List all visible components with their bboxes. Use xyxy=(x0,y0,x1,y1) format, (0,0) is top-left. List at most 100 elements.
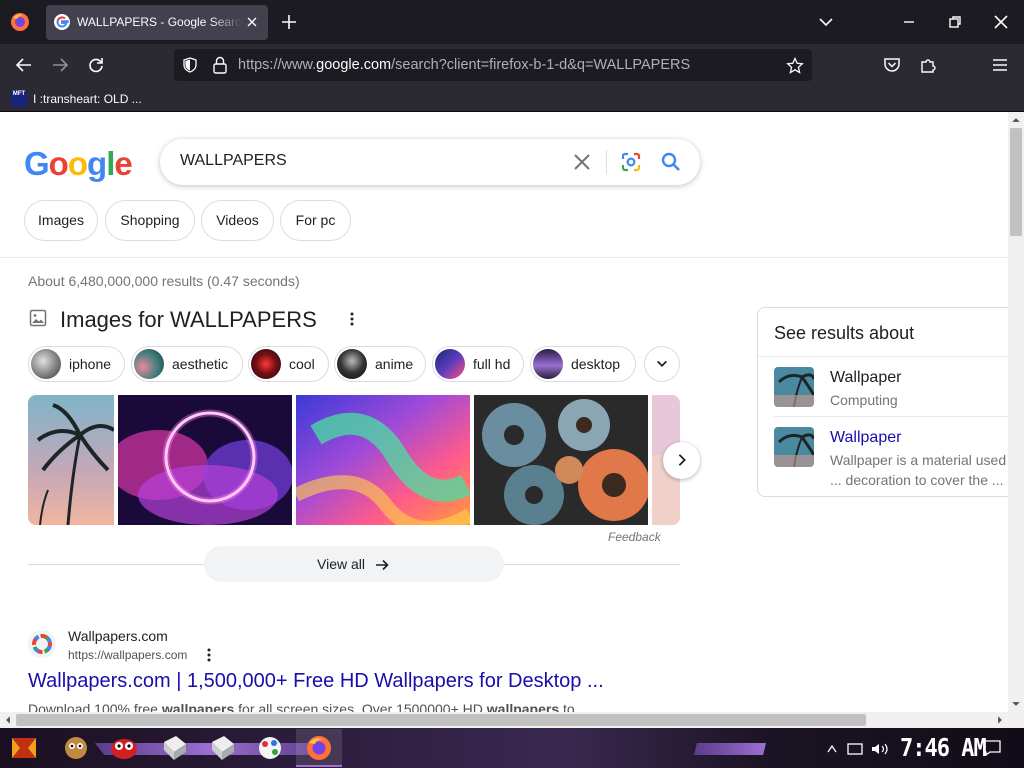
panel-item-description: Wallpaper is a material used ... decorat… xyxy=(830,452,1007,488)
taskbar-firefox-icon[interactable] xyxy=(303,732,335,764)
result-title-link[interactable]: Wallpapers.com | 1,500,000+ Free HD Wall… xyxy=(28,670,604,693)
filter-chip-iphone[interactable]: iphone xyxy=(28,346,125,382)
panel-item-thumbnail xyxy=(774,427,814,467)
firefox-icon[interactable] xyxy=(8,10,32,34)
filter-chip-full-hd[interactable]: full hd xyxy=(432,346,524,382)
extensions-puzzle-icon[interactable] xyxy=(918,55,938,75)
view-all-button[interactable]: View all xyxy=(204,546,504,582)
volume-icon xyxy=(872,744,879,754)
more-filters-button[interactable] xyxy=(644,346,680,382)
bookmarks-toolbar: MFT I :transheart: OLD ... xyxy=(0,86,1024,112)
more-options-kebab-icon[interactable] xyxy=(344,311,360,327)
minimize-window-icon[interactable] xyxy=(899,12,919,32)
feedback-link[interactable]: Feedback xyxy=(608,530,661,544)
vertical-scrollbar-thumb[interactable] xyxy=(1010,128,1022,236)
result-snippet: Download 100% free wallpapers for all sc… xyxy=(28,701,591,712)
panel-item-category: Computing xyxy=(830,392,898,408)
google-search-results-page: Google WALLPAPERS Images Shopping Videos… xyxy=(0,112,1008,712)
padlock-icon[interactable] xyxy=(212,56,228,74)
forward-arrow-icon[interactable] xyxy=(50,55,70,75)
browser-tab-active[interactable]: WALLPAPERS - Google Search xyxy=(46,5,268,40)
search-magnifier-icon[interactable] xyxy=(660,151,682,173)
back-arrow-icon[interactable] xyxy=(14,55,34,75)
image-result-palm-sunset[interactable] xyxy=(28,395,114,525)
taskbar-app-creature-icon[interactable] xyxy=(60,732,92,764)
chip-for-pc[interactable]: For pc xyxy=(280,200,351,241)
scroll-down-arrow-icon[interactable] xyxy=(1011,699,1021,709)
scroll-up-arrow-icon[interactable] xyxy=(1011,115,1021,125)
filter-thumbnail xyxy=(435,349,465,379)
panel-item-wallpaper-material[interactable]: Wallpaper Wallpaper is a material used .… xyxy=(758,418,1008,488)
image-carousel-next-button[interactable] xyxy=(663,442,700,479)
panel-divider xyxy=(774,416,1008,417)
scrollbar-corner xyxy=(1008,712,1024,728)
taskbar-app-dice-icon-2[interactable] xyxy=(206,732,238,764)
chip-shopping[interactable]: Shopping xyxy=(105,200,195,241)
system-tray-icons[interactable] xyxy=(826,740,896,758)
result-url[interactable]: https://wallpapers.com xyxy=(68,648,187,662)
image-result-abstract-swirl[interactable] xyxy=(296,395,470,525)
start-button-icon[interactable] xyxy=(8,732,40,764)
filter-chip-desktop[interactable]: desktop xyxy=(530,346,636,382)
bookmark-star-icon[interactable] xyxy=(786,57,804,75)
google-logo[interactable]: Google xyxy=(24,145,133,183)
result-stats: About 6,480,000,000 results (0.47 second… xyxy=(28,273,300,289)
restore-window-icon[interactable] xyxy=(945,12,965,32)
filter-thumbnail xyxy=(134,349,164,379)
site-favicon-icon[interactable] xyxy=(28,630,56,658)
panel-item-name: Wallpaper xyxy=(830,369,902,386)
images-section-title: Images for WALLPAPERS xyxy=(60,307,317,332)
panel-item-name: Wallpaper xyxy=(830,429,902,446)
chip-videos[interactable]: Videos xyxy=(201,200,274,241)
browser-navigation-bar: https://www.google.com/search?client=fir… xyxy=(0,44,1024,86)
horizontal-scrollbar-thumb[interactable] xyxy=(16,714,866,726)
flowers-image xyxy=(474,395,648,525)
filter-chip-aesthetic[interactable]: aesthetic xyxy=(131,346,243,382)
chevron-down-icon xyxy=(657,360,667,367)
neon-circle-image xyxy=(118,395,292,525)
google-lens-camera-icon[interactable] xyxy=(620,151,642,173)
tracking-protection-shield-icon[interactable] xyxy=(182,57,198,73)
filter-thumbnail xyxy=(337,349,367,379)
panel-item-thumbnail xyxy=(774,367,814,407)
abstract-swirl-image xyxy=(296,395,470,525)
scroll-right-arrow-icon[interactable] xyxy=(995,715,1005,725)
search-divider xyxy=(606,150,607,174)
search-input[interactable]: WALLPAPERS xyxy=(180,152,287,170)
close-tab-icon[interactable] xyxy=(244,14,260,30)
vertical-scrollbar[interactable] xyxy=(1008,112,1024,712)
reload-icon[interactable] xyxy=(86,55,106,75)
clear-search-icon[interactable] xyxy=(572,152,592,172)
url-text[interactable]: https://www.google.com/search?client=fir… xyxy=(238,57,690,73)
scroll-left-arrow-icon[interactable] xyxy=(3,715,13,725)
taskbar-app-dice-icon[interactable] xyxy=(158,732,190,764)
panel-title: See results about xyxy=(774,323,915,343)
search-box[interactable]: WALLPAPERS xyxy=(160,139,700,185)
taskbar-clock[interactable]: 7:46 AM xyxy=(900,734,987,763)
address-bar[interactable]: https://www.google.com/search?client=fir… xyxy=(174,49,812,81)
chevron-right-icon xyxy=(678,454,686,466)
horizontal-scrollbar[interactable] xyxy=(0,712,1008,728)
pocket-icon[interactable] xyxy=(882,55,902,75)
taskbar-app-paint-icon[interactable] xyxy=(254,732,286,764)
notifications-icon[interactable] xyxy=(983,740,1001,756)
list-all-tabs-chevron-icon[interactable] xyxy=(818,14,834,30)
result-more-options-kebab-icon[interactable] xyxy=(201,647,217,663)
image-result-flowers[interactable] xyxy=(474,395,648,525)
filter-chip-cool[interactable]: cool xyxy=(248,346,329,382)
result-site-name[interactable]: Wallpapers.com xyxy=(68,628,168,644)
chip-images[interactable]: Images xyxy=(24,200,98,241)
panel-item-wallpaper-computing[interactable]: Wallpaper Computing xyxy=(758,358,1008,418)
bookmark-favicon-icon: MFT xyxy=(11,90,27,107)
filter-chip-anime[interactable]: anime xyxy=(334,346,426,382)
new-tab-icon[interactable] xyxy=(280,13,298,31)
image-icon xyxy=(29,309,47,327)
taskbar-app-red-creature-icon[interactable] xyxy=(108,732,140,764)
see-results-about-panel: See results about Wallpaper Computing Wa… xyxy=(757,307,1008,497)
application-menu-hamburger-icon[interactable] xyxy=(990,55,1010,75)
filter-thumbnail xyxy=(533,349,563,379)
bookmark-item[interactable]: I :transheart: OLD ... xyxy=(33,92,142,106)
header-divider xyxy=(0,257,1008,258)
close-window-icon[interactable] xyxy=(991,12,1011,32)
image-result-neon-circle[interactable] xyxy=(118,395,292,525)
